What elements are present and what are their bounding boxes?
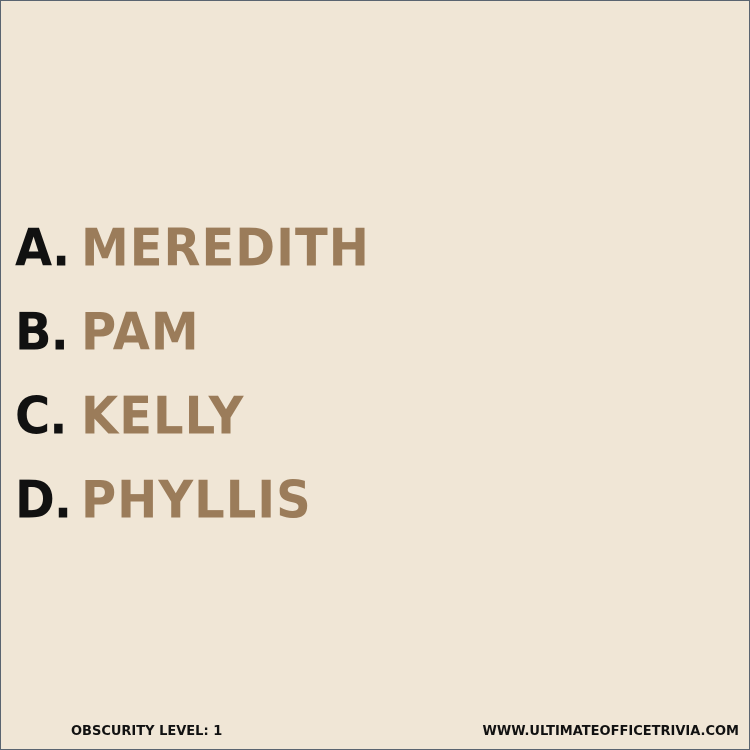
answer-options: A. MEREDITH B. PAM C. KELLY D. PHYLLIS — [15, 218, 370, 555]
obscurity-level: OBSCURITY LEVEL: 1 — [71, 724, 223, 739]
option-answer: MEREDITH — [81, 218, 370, 279]
option-letter: D. — [15, 470, 72, 531]
website-url: WWW.ULTIMATEOFFICETRIVIA.COM — [482, 724, 739, 739]
option-answer: PAM — [81, 302, 200, 363]
option-a: A. MEREDITH — [15, 218, 370, 303]
trivia-card: A. MEREDITH B. PAM C. KELLY D. PHYLLIS O… — [0, 0, 750, 750]
option-letter: A. — [15, 218, 70, 279]
option-b: B. PAM — [15, 302, 370, 387]
option-c: C. KELLY — [15, 386, 370, 471]
option-answer: PHYLLIS — [81, 470, 312, 531]
option-d: D. PHYLLIS — [15, 470, 370, 555]
option-letter: C. — [15, 386, 67, 447]
option-answer: KELLY — [81, 386, 245, 447]
option-letter: B. — [15, 302, 69, 363]
